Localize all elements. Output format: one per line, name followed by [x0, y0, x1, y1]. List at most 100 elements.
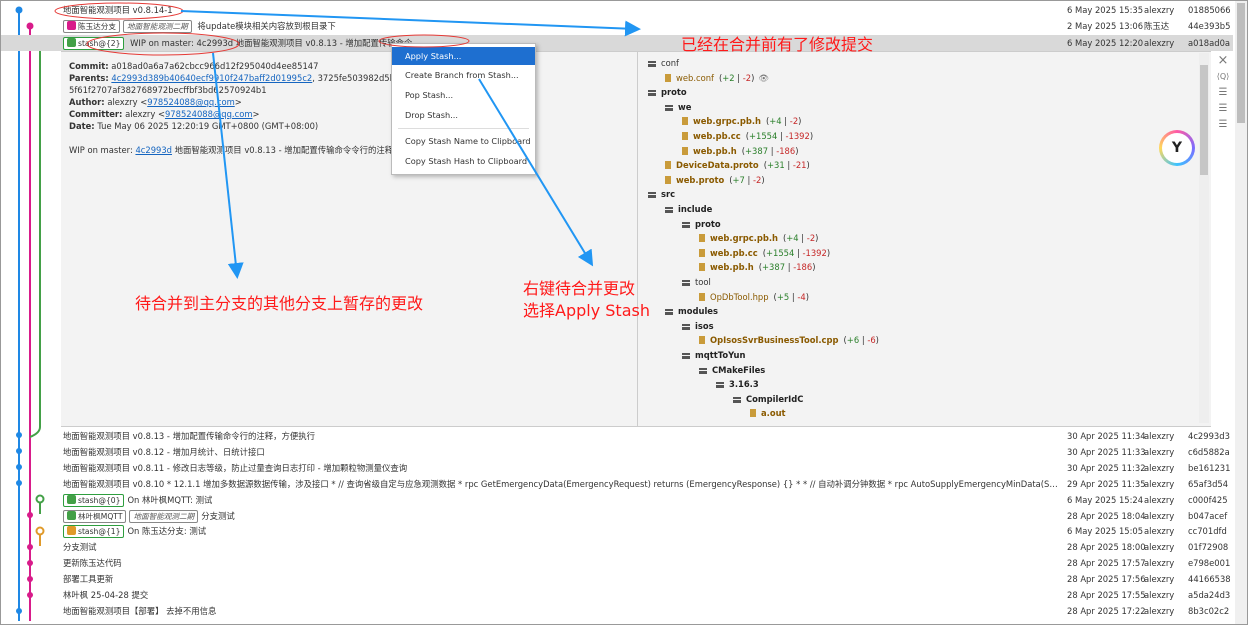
tree-folder[interactable]: mqttToYun [682, 348, 745, 362]
commit-hash: c6d5882a [1188, 446, 1230, 457]
commit-message: 地面智能观测项目 v0.8.14-1 [63, 5, 173, 15]
commit-row[interactable]: stash@{1} On 陈玉达分支: 测试 6 May 2025 15:05 ale… [1, 523, 1233, 539]
tree-folder[interactable]: src [648, 187, 675, 201]
commit-row[interactable]: stash@{0} On 林叶枫MQTT: 测试 6 May 2025 15:24 a… [1, 492, 1233, 508]
view-file-icon[interactable]: 👁 [758, 73, 769, 83]
commit-author: 陈玉达 [1144, 21, 1170, 31]
message-hash-link[interactable]: 4c2993d [135, 145, 172, 155]
tree-view-icon[interactable]: ☰ [1213, 101, 1233, 117]
file-icon [699, 336, 705, 345]
commit-hash: a5da24d3 [1188, 590, 1231, 600]
menu-drop-stash[interactable]: Drop Stash... [392, 106, 535, 124]
tree-file[interactable]: web.conf (+2 | -2) 👁 [665, 71, 769, 85]
change-stats: (+1554 | -1392) [745, 131, 814, 141]
menu-apply-stash[interactable]: Apply Stash... [392, 47, 535, 65]
committer-email-link[interactable]: 978524088@qq.com [165, 109, 253, 119]
commit-date: 6 May 2025 15:24 [1067, 494, 1144, 505]
stash-tag[interactable]: stash@{2} [63, 37, 125, 50]
tree-item-label: modules [678, 306, 718, 317]
stash-context-menu: Apply Stash... Create Branch from Stash.… [391, 43, 536, 175]
commit-message: 地面智能观测项目 v0.8.11 - 修改日志等级，防止过量查询日志打印 - 增… [63, 462, 408, 473]
menu-copy-stash-hash[interactable]: Copy Stash Hash to Clipboard [392, 152, 535, 170]
menu-pop-stash[interactable]: Pop Stash... [392, 86, 535, 104]
commit-author: alexzry [1144, 494, 1175, 505]
branch-tag[interactable]: 林叶枫MQTT [63, 509, 127, 523]
commit-row[interactable]: 地面智能观测项目 v0.8.11 - 修改日志等级，防止过量查询日志打印 - 增… [1, 460, 1233, 476]
tree-file[interactable]: web.pb.cc (+1554 | -1392) [682, 129, 813, 143]
tree-folder[interactable]: proto [682, 217, 721, 231]
commit-author: alexzry [1144, 38, 1175, 48]
tree-item-label: OpDbTool.hpp [710, 291, 769, 302]
branch-tag[interactable]: 陈玉达分支 [63, 20, 120, 33]
tree-file[interactable]: web.proto (+7 | -2) [665, 173, 765, 187]
commit-date: 28 Apr 2025 17:56 [1067, 574, 1146, 585]
tree-file[interactable]: web.pb.h (+387 | -186) [682, 144, 798, 158]
tree-item-label: web.grpc.pb.h [710, 233, 778, 244]
commit-row[interactable]: 部署工具更新 28 Apr 2025 17:56 alexzry 44166538 [1, 571, 1233, 587]
commit-row[interactable]: 更新陈玉达代码 28 Apr 2025 17:57 alexzry e798e001 [1, 555, 1233, 571]
stash-tag[interactable]: stash@{1} [63, 525, 125, 539]
tree-file[interactable]: web.pb.cc (+1554 | -1392) [699, 246, 830, 260]
change-stats: (+4 | -2) [783, 233, 819, 244]
collapse-icon[interactable]: ☰ [1213, 117, 1233, 133]
commit-row-selected[interactable]: stash@{2} WIP on master: 4c2993d 地面智能观测项… [1, 35, 1233, 51]
details-scrollbar[interactable] [1199, 53, 1209, 423]
commit-date: 30 Apr 2025 11:32 [1067, 462, 1146, 473]
file-icon [682, 117, 688, 126]
stash-tag[interactable]: stash@{0} [63, 493, 125, 507]
tree-file[interactable]: web.grpc.pb.h (+4 | -2) [699, 231, 818, 245]
tree-file[interactable]: web.grpc.pb.h (+4 | -2) [682, 114, 801, 128]
tree-item-label: tool [695, 277, 711, 287]
change-stats: (+2 | -2) [718, 72, 755, 83]
tree-folder[interactable]: CompilerIdC [733, 392, 803, 406]
tree-file[interactable]: OpDbTool.hpp (+5 | -4) [699, 290, 809, 304]
tree-item-label: web.pb.h [693, 145, 737, 156]
author-email-link[interactable]: 978524088@qq.com [147, 97, 235, 107]
commit-date: 28 Apr 2025 17:55 [1067, 590, 1146, 600]
tree-folder[interactable]: 3.16.3 [716, 377, 759, 391]
commit-row[interactable]: 地面智能观测项目 v0.8.12 - 增加月统计、日统计接口 30 Apr 202… [1, 444, 1233, 460]
commit-row[interactable]: 地面智能观测项目 v0.8.14-1 6 May 2025 15:35 alex… [1, 2, 1233, 18]
commit-row[interactable]: 林叶枫MQTT 地面智能观测二期 分支测试 28 Apr 2025 18:04 alex… [1, 508, 1233, 524]
tree-file[interactable]: a.out [750, 406, 786, 420]
search-icon[interactable]: ⟨Q⟩ [1213, 69, 1233, 85]
tree-file[interactable]: DeviceData.proto (+31 | -21) [665, 158, 810, 172]
tree-file[interactable]: OpIsosSvrBusinessTool.cpp (+6 | -6) [699, 333, 879, 347]
list-view-icon[interactable]: ☰ [1213, 85, 1233, 101]
remote-branch-tag[interactable]: 地面智能观测二期 [129, 509, 199, 523]
commit-row[interactable]: 陈玉达分支 地面智能观测二期 将update模块相关内容放到根目录下 2 May … [1, 18, 1233, 34]
commit-row[interactable]: 林叶枫 25-04-28 提交 28 Apr 2025 17:55 alexzry a… [1, 587, 1233, 603]
tree-item-label: web.pb.cc [693, 131, 741, 141]
change-stats: (+4 | -2) [766, 116, 802, 127]
tree-folder[interactable]: isos [682, 319, 714, 333]
tree-item-label: include [678, 204, 713, 214]
file-icon [699, 248, 705, 257]
git-graph-window: 地面智能观测项目 v0.8.14-1 6 May 2025 15:35 alex… [0, 0, 1248, 625]
tree-folder[interactable]: tool [682, 275, 711, 289]
file-icon [665, 161, 671, 170]
commit-date: 30 Apr 2025 11:34 [1067, 431, 1146, 441]
tree-folder[interactable]: include [665, 202, 712, 216]
tree-item-label: web.conf [676, 72, 714, 83]
commit-row[interactable]: 地面智能观测项目【部署】 去掉不用信息 28 Apr 2025 17:22 alex… [1, 603, 1233, 619]
tree-folder[interactable]: we [665, 100, 691, 114]
menu-copy-stash-name[interactable]: Copy Stash Name to Clipboard [392, 132, 535, 150]
menu-create-branch-from-stash[interactable]: Create Branch from Stash... [392, 66, 535, 84]
close-icon[interactable]: × [1213, 53, 1233, 69]
commit-row[interactable]: 地面智能观测项目 v0.8.13 - 增加配置传输命令行的注释，方便执行 30 A… [1, 428, 1233, 444]
file-icon [665, 175, 671, 184]
tree-file[interactable]: web.pb.h (+387 | -186) [699, 260, 815, 274]
tree-folder[interactable]: modules [665, 304, 718, 318]
commit-row[interactable]: 分支测试 28 Apr 2025 18:00 alexzry 01f72908 [1, 539, 1233, 555]
folder-icon [682, 280, 690, 286]
folder-icon [699, 367, 707, 374]
tree-folder[interactable]: proto [648, 85, 687, 99]
commit-row[interactable]: 地面智能观测项目 v0.8.10 * 12.1.1 增加多数据源数据传输，涉及接… [1, 476, 1233, 492]
remote-branch-tag[interactable]: 地面智能观测二期 [122, 20, 192, 33]
main-scrollbar[interactable] [1235, 1, 1247, 624]
tree-folder[interactable]: CMakeFiles [699, 363, 765, 377]
app-logo-icon[interactable]: Y [1159, 130, 1195, 166]
tree-folder[interactable]: conf [648, 56, 679, 70]
folder-icon [648, 90, 656, 97]
parent-link[interactable]: 4c2993d389b40640ecf9910f247baff2d01995c2 [111, 73, 312, 83]
